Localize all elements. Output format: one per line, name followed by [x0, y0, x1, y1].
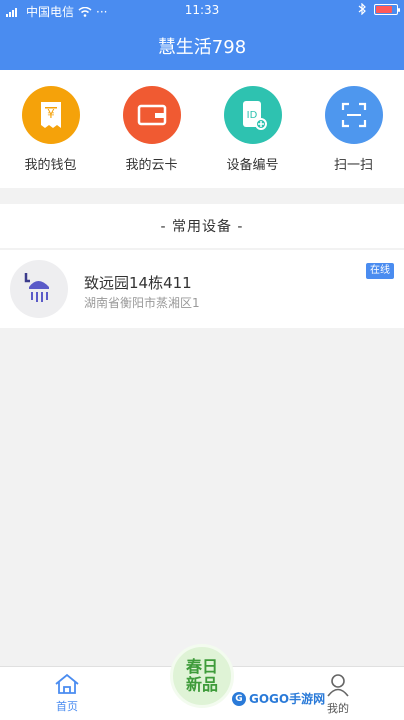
home-icon: [55, 673, 79, 694]
wallet-label: 我的钱包: [24, 158, 77, 173]
quick-actions: ¥ 我的钱包 我的云卡 ID 设备编号 扫一扫: [0, 70, 404, 188]
nav-me-label: 我的: [327, 702, 349, 715]
cloud-card-button[interactable]: 我的云卡: [102, 86, 202, 173]
bluetooth-icon: [358, 3, 366, 15]
scan-button[interactable]: 扫一扫: [304, 86, 404, 173]
app-screen: 中国电信 ··· 11:33 慧生活798 ¥ 我的钱包 我的云卡 ID 设备编…: [0, 0, 404, 720]
watermark-text: GOGO手游网: [249, 692, 326, 706]
promo-line-1: 春日: [185, 657, 218, 676]
user-icon: [327, 674, 349, 697]
nav-home-label: 首页: [56, 700, 78, 713]
device-id-button[interactable]: ID 设备编号: [203, 86, 303, 173]
wallet-button[interactable]: ¥ 我的钱包: [1, 86, 101, 173]
device-card[interactable]: 致远园14栋411 湖南省衡阳市蒸湘区1 在线: [0, 250, 404, 328]
svg-text:ID: ID: [246, 110, 257, 121]
device-id-icon: ID: [223, 86, 282, 144]
cloud-card-label: 我的云卡: [125, 158, 178, 173]
promo-line-2: 新品: [185, 675, 218, 694]
section-title: - 常用设备 -: [0, 204, 404, 248]
status-bar: 中国电信 ··· 11:33: [0, 0, 404, 22]
status-right: [358, 3, 400, 15]
status-badge: 在线: [366, 263, 394, 279]
watermark: G GOGO手游网: [232, 690, 325, 707]
watermark-logo-icon: G: [232, 691, 246, 706]
header-bar: 中国电信 ··· 11:33 慧生活798: [0, 0, 404, 70]
device-name: 致远园14栋411: [84, 274, 192, 292]
card-icon: [122, 86, 181, 144]
svg-text:¥: ¥: [47, 107, 55, 121]
status-time: 11:33: [184, 3, 220, 17]
promo-badge[interactable]: 春日 新品: [170, 644, 234, 708]
battery-icon: [374, 3, 400, 15]
device-id-label: 设备编号: [226, 158, 279, 173]
shower-icon: [10, 260, 68, 318]
wallet-icon: ¥: [21, 86, 80, 144]
page-title: 慧生活798: [157, 37, 247, 58]
scan-label: 扫一扫: [333, 158, 373, 173]
device-address: 湖南省衡阳市蒸湘区1: [84, 296, 200, 310]
scan-icon: [324, 86, 383, 144]
nav-home[interactable]: 首页: [37, 673, 97, 714]
